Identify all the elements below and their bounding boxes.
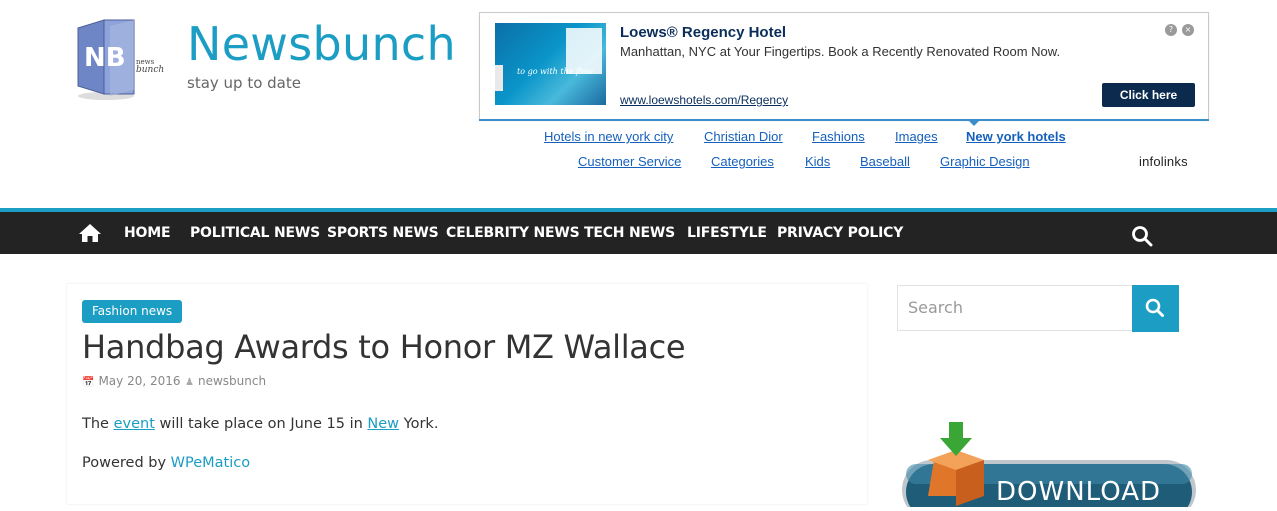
ad-banner[interactable]: to go with the flow Loews® Regency Hotel… [479, 12, 1209, 120]
event-link[interactable]: event [114, 416, 155, 432]
ad-link[interactable]: Images [895, 129, 938, 144]
ad-pointer-arrow [968, 120, 980, 126]
ad-link[interactable]: Categories [711, 154, 774, 169]
nav-item-home[interactable]: HOME [124, 212, 171, 254]
ad-thumb-strip [495, 65, 503, 91]
nav-item-celebrity-news[interactable]: CELEBRITY NEWS [446, 212, 580, 254]
calendar-icon: 📅 [82, 377, 95, 388]
home-icon[interactable] [78, 223, 102, 243]
ad-link[interactable]: Fashions [812, 129, 865, 144]
ad-thumb-text: to go with the flow [517, 67, 594, 76]
ad-link[interactable]: Baseball [860, 154, 910, 169]
ad-thumbnail-image[interactable]: to go with the flow [495, 23, 606, 105]
ad-description: Manhattan, NYC at Your Fingertips. Book … [620, 44, 1061, 59]
ad-close-icon[interactable]: × [1182, 24, 1194, 36]
article-date[interactable]: 📅 May 20, 2016 [82, 374, 181, 388]
new-link[interactable]: New [367, 416, 399, 432]
nav-item-political-news[interactable]: POLITICAL NEWS [190, 212, 320, 254]
ad-link[interactable]: Kids [805, 154, 830, 169]
download-label: DOWNLOAD [996, 477, 1161, 507]
ad-divider [479, 119, 1209, 121]
ad-url-link[interactable]: www.loewshotels.com/Regency [620, 93, 788, 107]
ad-link[interactable]: Customer Service [578, 154, 681, 169]
sidebar-search-button[interactable] [1132, 285, 1179, 332]
nav-item-sports-news[interactable]: SPORTS NEWS [327, 212, 439, 254]
ad-link[interactable]: Hotels in new york city [544, 129, 673, 144]
user-icon: ♟ [185, 377, 194, 388]
body-text: The [82, 416, 114, 432]
category-badge[interactable]: Fashion news [82, 300, 183, 323]
infolinks-brand[interactable]: infolinks [1139, 154, 1188, 169]
ad-click-here-button[interactable]: Click here [1102, 83, 1195, 107]
body-text: York. [399, 416, 439, 432]
article-title[interactable]: Handbag Awards to Honor MZ Wallace [82, 328, 686, 366]
svg-text:NB: NB [84, 43, 126, 73]
ad-help-icon[interactable]: ? [1165, 24, 1177, 36]
article-date-text: May 20, 2016 [98, 374, 181, 388]
article-card: Fashion news Handbag Awards to Honor MZ … [67, 284, 867, 504]
svg-text:bunch: bunch [136, 65, 164, 75]
powered-by-text: Powered by [82, 455, 171, 471]
sidebar-search-input[interactable]: Search [897, 285, 1133, 331]
site-tagline: stay up to date [187, 74, 301, 92]
ad-link[interactable]: Christian Dior [704, 129, 783, 144]
download-banner[interactable]: DOWNLOAD [900, 420, 1200, 511]
ad-link-active[interactable]: New york hotels [966, 129, 1066, 144]
site-title[interactable]: Newsbunch [187, 16, 456, 72]
body-text: will take place on June 15 in [154, 416, 368, 432]
article-author[interactable]: ♟ newsbunch [185, 374, 266, 388]
nav-item-lifestyle[interactable]: LIFESTYLE [687, 212, 767, 254]
powered-by: Powered by WPeMatico [82, 455, 250, 471]
nav-item-tech-news[interactable]: TECH NEWS [584, 212, 675, 254]
article-author-text: newsbunch [197, 374, 267, 388]
article-body: The event will take place on June 15 in … [82, 416, 438, 432]
ad-link[interactable]: Graphic Design [940, 154, 1030, 169]
search-icon[interactable] [1131, 225, 1153, 247]
ad-title[interactable]: Loews® Regency Hotel [620, 24, 786, 41]
wpematico-link[interactable]: WPeMatico [171, 455, 250, 471]
main-navigation: HOME POLITICAL NEWS SPORTS NEWS CELEBRIT… [0, 208, 1277, 254]
site-logo[interactable]: NB news bunch [76, 16, 168, 102]
site-header: NB news bunch Newsbunch stay up to date … [0, 0, 1277, 208]
nav-item-privacy-policy[interactable]: PRIVACY POLICY [777, 212, 903, 254]
